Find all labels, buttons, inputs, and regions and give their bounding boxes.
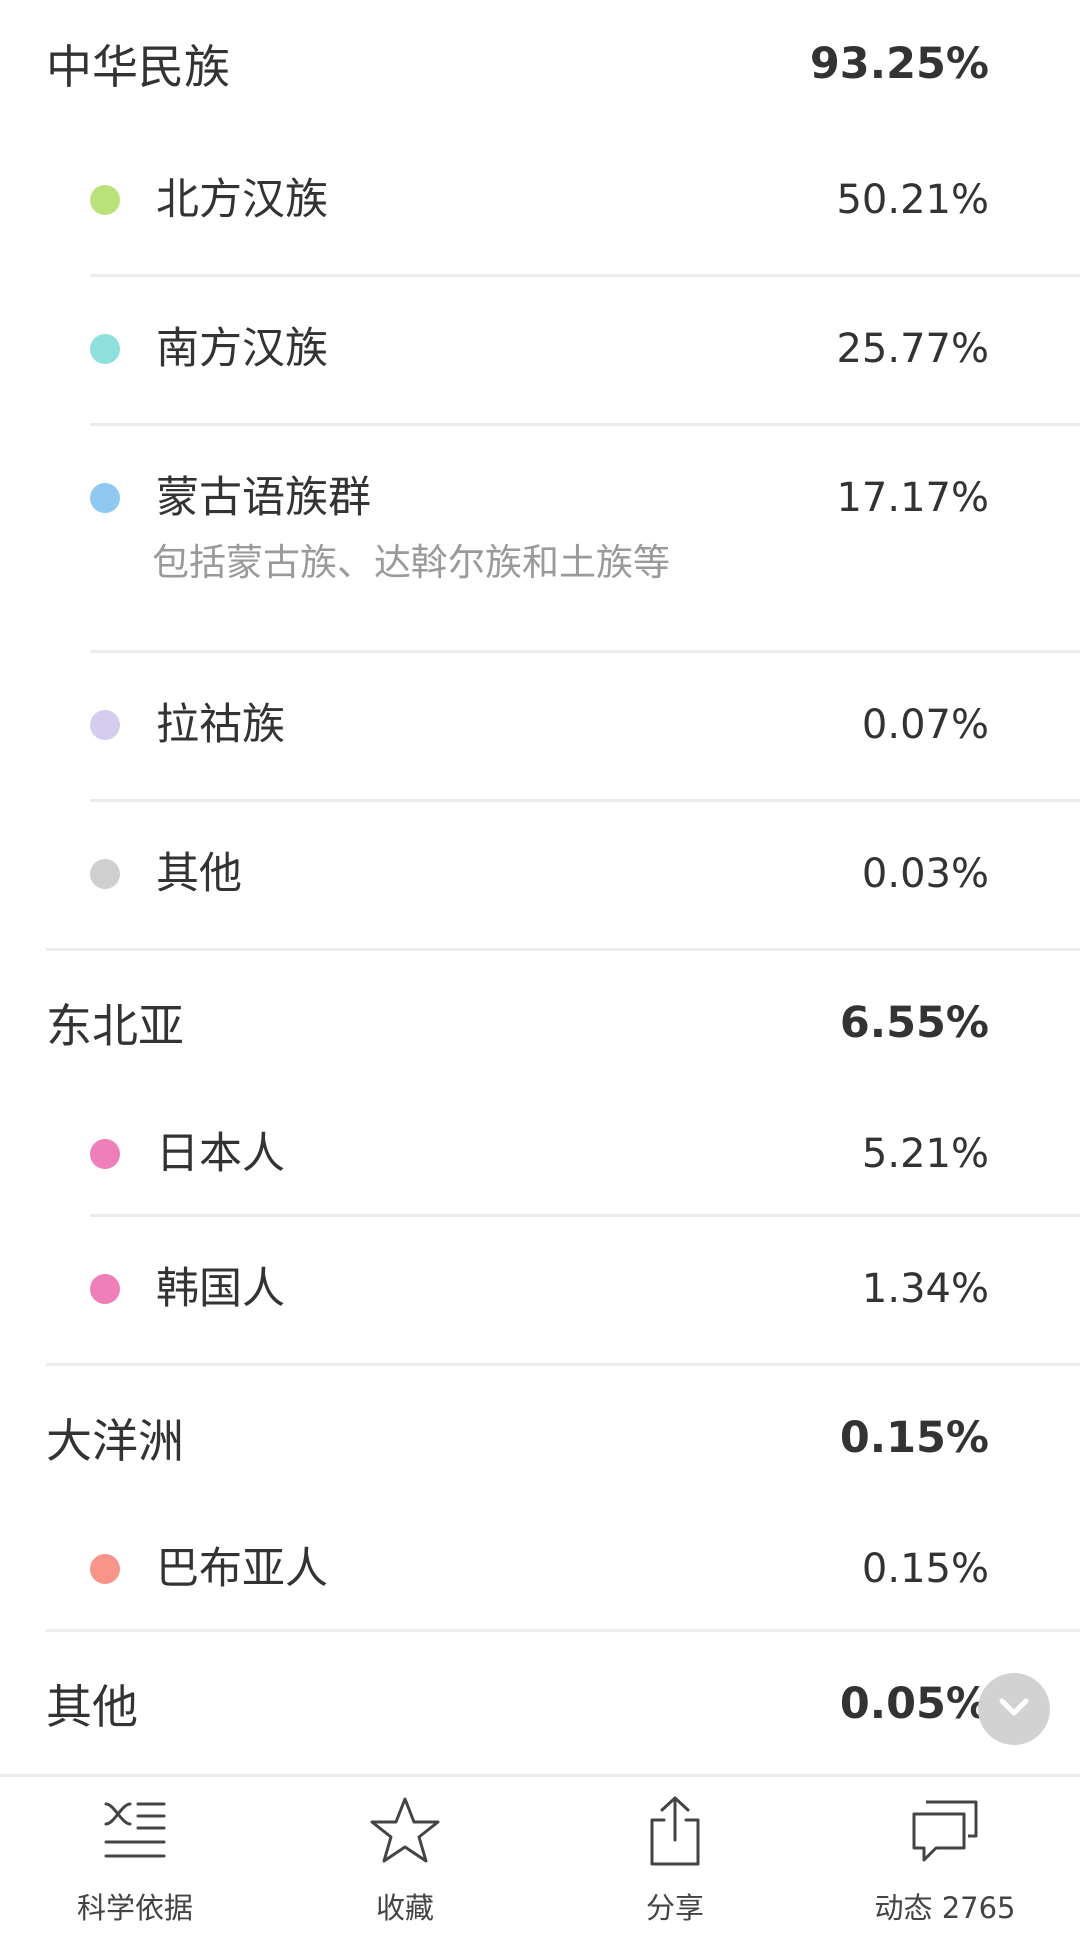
list-item[interactable]: 巴布亚人 0.15% bbox=[0, 1509, 1080, 1629]
color-dot bbox=[90, 1274, 120, 1304]
item-percent: 50.21% bbox=[836, 177, 989, 223]
item-name: 韩国人 bbox=[156, 1264, 285, 1314]
star-icon bbox=[365, 1791, 445, 1871]
item-percent: 0.15% bbox=[861, 1546, 989, 1592]
group-percent: 93.25% bbox=[809, 39, 989, 89]
item-name: 北方汉族 bbox=[156, 175, 328, 225]
item-name: 巴布亚人 bbox=[156, 1544, 328, 1594]
color-dot bbox=[90, 334, 120, 364]
tab-label: 收藏 bbox=[375, 1891, 434, 1925]
item-percent: 0.07% bbox=[861, 702, 989, 748]
list-item[interactable]: 北方汉族 50.21% bbox=[0, 128, 1080, 274]
color-dot bbox=[90, 1554, 120, 1584]
item-percent: 5.21% bbox=[861, 1131, 989, 1177]
item-name: 南方汉族 bbox=[156, 324, 328, 374]
item-note: 包括蒙古族、达斡尔族和土族等 bbox=[152, 541, 670, 584]
science-basis-icon bbox=[95, 1791, 175, 1871]
tab-activity[interactable]: 动态 2765 bbox=[810, 1777, 1080, 1936]
chat-bubbles-icon bbox=[905, 1791, 985, 1871]
item-name: 拉祜族 bbox=[156, 700, 285, 750]
group-row[interactable]: 大洋洲 0.15% bbox=[0, 1366, 1080, 1509]
chevron-down-icon bbox=[996, 1695, 1032, 1723]
group-name: 中华民族 bbox=[46, 40, 230, 94]
group-row[interactable]: 东北亚 6.55% bbox=[0, 951, 1080, 1094]
scroll-down-button[interactable] bbox=[978, 1673, 1050, 1745]
tab-share[interactable]: 分享 bbox=[540, 1777, 810, 1936]
list-item[interactable]: 其他 0.03% bbox=[0, 802, 1080, 948]
color-dot bbox=[90, 710, 120, 740]
share-icon bbox=[635, 1791, 715, 1871]
list-item[interactable]: 韩国人 1.34% bbox=[0, 1217, 1080, 1363]
color-dot bbox=[90, 185, 120, 215]
list-item[interactable]: 拉祜族 0.07% bbox=[0, 653, 1080, 799]
color-dot bbox=[90, 859, 120, 889]
group-percent: 0.05% bbox=[839, 1678, 989, 1729]
ancestry-list: 中华民族 93.25% 北方汉族 50.21% 南方汉族 25.77% 蒙古语族… bbox=[0, 0, 1080, 1778]
tab-label: 科学依据 bbox=[76, 1891, 193, 1925]
list-item[interactable]: 南方汉族 25.77% bbox=[0, 277, 1080, 423]
group-percent: 6.55% bbox=[839, 997, 989, 1048]
item-percent: 0.03% bbox=[861, 851, 989, 897]
list-item[interactable]: 日本人 5.21% bbox=[0, 1094, 1080, 1214]
item-percent: 25.77% bbox=[836, 326, 989, 372]
group-row[interactable]: 中华民族 93.25% bbox=[0, 0, 1080, 128]
tab-science-basis[interactable]: 科学依据 bbox=[0, 1777, 270, 1936]
tab-label: 分享 bbox=[645, 1891, 704, 1925]
group-name: 其他 bbox=[46, 1679, 138, 1734]
item-name: 日本人 bbox=[156, 1129, 285, 1179]
item-percent: 17.17% bbox=[836, 475, 989, 521]
item-percent: 1.34% bbox=[861, 1266, 989, 1312]
group-name: 大洋洲 bbox=[46, 1413, 184, 1468]
color-dot bbox=[90, 483, 120, 513]
list-item[interactable]: 蒙古语族群 17.17% 包括蒙古族、达斡尔族和土族等 bbox=[0, 426, 1080, 650]
item-name: 其他 bbox=[156, 849, 242, 899]
group-percent: 0.15% bbox=[839, 1412, 989, 1463]
item-name: 蒙古语族群 bbox=[156, 473, 371, 523]
bottom-tab-bar: 科学依据 收藏 分享 动态 2765 bbox=[0, 1774, 1080, 1936]
tab-favorite[interactable]: 收藏 bbox=[270, 1777, 540, 1936]
color-dot bbox=[90, 1139, 120, 1169]
tab-label: 动态 2765 bbox=[874, 1891, 1016, 1925]
group-name: 东北亚 bbox=[46, 998, 184, 1053]
group-row[interactable]: 其他 0.05% bbox=[0, 1632, 1080, 1775]
